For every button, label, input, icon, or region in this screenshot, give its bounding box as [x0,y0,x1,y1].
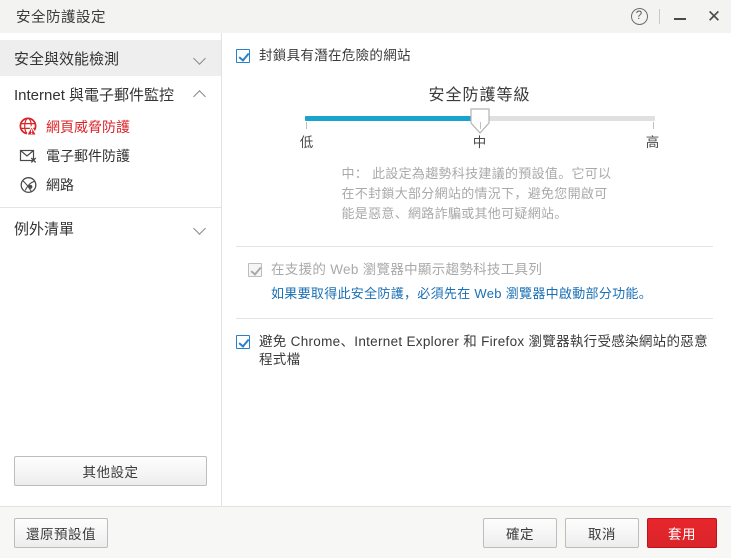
malware-option-block: 避免 Chrome、Internet Explorer 和 Firefox 瀏覽… [236,333,713,369]
question-mark-icon: ? [630,8,648,25]
chevron-down-icon [194,52,207,65]
slider-label-high: 高 [645,135,660,150]
sidebar: 安全與效能檢測 Internet 與電子郵件監控 網頁威脅防護 電子郵件防護 網… [0,33,222,506]
sidebar-group-label: 安全與效能檢測 [14,50,120,68]
sidebar-nav: 安全與效能檢測 Internet 與電子郵件監控 網頁威脅防護 電子郵件防護 網… [0,33,221,456]
slider-tick-labels: 低 中 高 [300,131,660,151]
apply-button[interactable]: 套用 [647,517,717,548]
window-controls: ? ✕ [622,0,731,33]
cancel-button[interactable]: 取消 [565,517,639,548]
sidebar-group-exception-list[interactable]: 例外清單 [0,210,221,246]
slider-track[interactable] [304,108,655,134]
sidebar-item-label: 電子郵件防護 [46,147,130,164]
other-settings-button[interactable]: 其他設定 [14,456,207,486]
prevent-malware-row[interactable]: 避免 Chrome、Internet Explorer 和 Firefox 瀏覽… [236,333,713,369]
slider-label-low: 低 [299,135,314,150]
footer-actions: 確定 取消 套用 [483,517,717,548]
chevron-down-icon [194,222,207,235]
show-toolbar-label: 在支援的 Web 瀏覽器中顯示趨勢科技工具列 [271,262,543,277]
window-title: 安全防護設定 [16,10,106,26]
block-dangerous-sites-checkbox[interactable] [236,49,250,63]
sidebar-item-label: 網路 [46,176,74,193]
sidebar-group-internet-email[interactable]: Internet 與電子郵件監控 [0,76,221,112]
minimize-button[interactable] [663,0,697,33]
chevron-up-icon [194,88,207,101]
prevent-malware-checkbox[interactable] [236,335,250,349]
sidebar-divider [0,207,221,208]
toolbar-enable-link[interactable]: 如果要取得此安全防護，必須先在 Web 瀏覽器中啟動部分功能。 [271,283,713,302]
block-dangerous-sites-row[interactable]: 封鎖具有潛在危險的網站 [236,47,713,65]
slider-tick-medium [479,122,481,129]
slider-ticks [305,122,655,131]
restore-defaults-button[interactable]: 還原預設值 [14,517,108,548]
envelope-block-icon [18,145,39,166]
slider-tick-high [652,122,654,129]
slider-fill [304,116,480,121]
network-globe-icon [18,174,39,195]
titlebar-divider [659,9,660,24]
security-settings-window: 安全防護設定 ? ✕ 安全與效能檢測 Internet 與電子郵件監控 網頁威脅… [0,0,731,558]
title-bar: 安全防護設定 ? ✕ [0,0,731,33]
section-divider-top [236,246,713,247]
slider-tick-low [305,122,307,129]
main-panel: 封鎖具有潛在危險的網站 安全防護等級 低 中 高 中： 此設定為趨勢科技建議的預… [222,33,731,506]
block-dangerous-sites-label: 封鎖具有潛在危險的網站 [259,48,411,63]
slider-label-medium: 中 [472,135,487,150]
footer-bar: 還原預設值 確定 取消 套用 [0,506,731,558]
help-button[interactable]: ? [622,0,656,33]
toolbar-option-block: 在支援的 Web 瀏覽器中顯示趨勢科技工具列 如果要取得此安全防護，必須先在 W… [236,261,713,302]
sidebar-item-web-threat[interactable]: 網頁威脅防護 [0,112,221,141]
section-divider-bottom [236,318,713,319]
show-toolbar-checkbox [248,263,262,277]
security-level-block: 安全防護等級 低 中 高 中： 此設定為趨勢科技建議的預設值。它可以在不封鎖大部… [236,81,713,224]
security-level-title: 安全防護等級 [428,87,531,104]
globe-warning-icon [18,116,39,137]
sidebar-group-label: 例外清單 [14,220,75,238]
ok-button[interactable]: 確定 [483,517,557,548]
minimize-icon [674,18,686,20]
security-level-description: 中： 此設定為趨勢科技建議的預設值。它可以在不封鎖大部分網站的情況下，避免您開啟… [341,166,612,221]
prevent-malware-label: 避免 Chrome、Internet Explorer 和 Firefox 瀏覽… [259,334,708,367]
security-level-slider[interactable]: 低 中 高 [300,108,660,151]
sidebar-group-label: Internet 與電子郵件監控 [14,86,175,104]
window-body: 安全與效能檢測 Internet 與電子郵件監控 網頁威脅防護 電子郵件防護 網… [0,33,731,506]
close-button[interactable]: ✕ [697,0,731,33]
sidebar-group-security-performance[interactable]: 安全與效能檢測 [0,40,221,76]
sidebar-item-label: 網頁威脅防護 [46,118,130,135]
close-icon: ✕ [706,7,722,26]
sidebar-item-email-protection[interactable]: 電子郵件防護 [0,141,221,170]
show-toolbar-row: 在支援的 Web 瀏覽器中顯示趨勢科技工具列 [248,261,713,279]
sidebar-item-network[interactable]: 網路 [0,170,221,199]
sidebar-footer: 其他設定 [0,456,221,506]
